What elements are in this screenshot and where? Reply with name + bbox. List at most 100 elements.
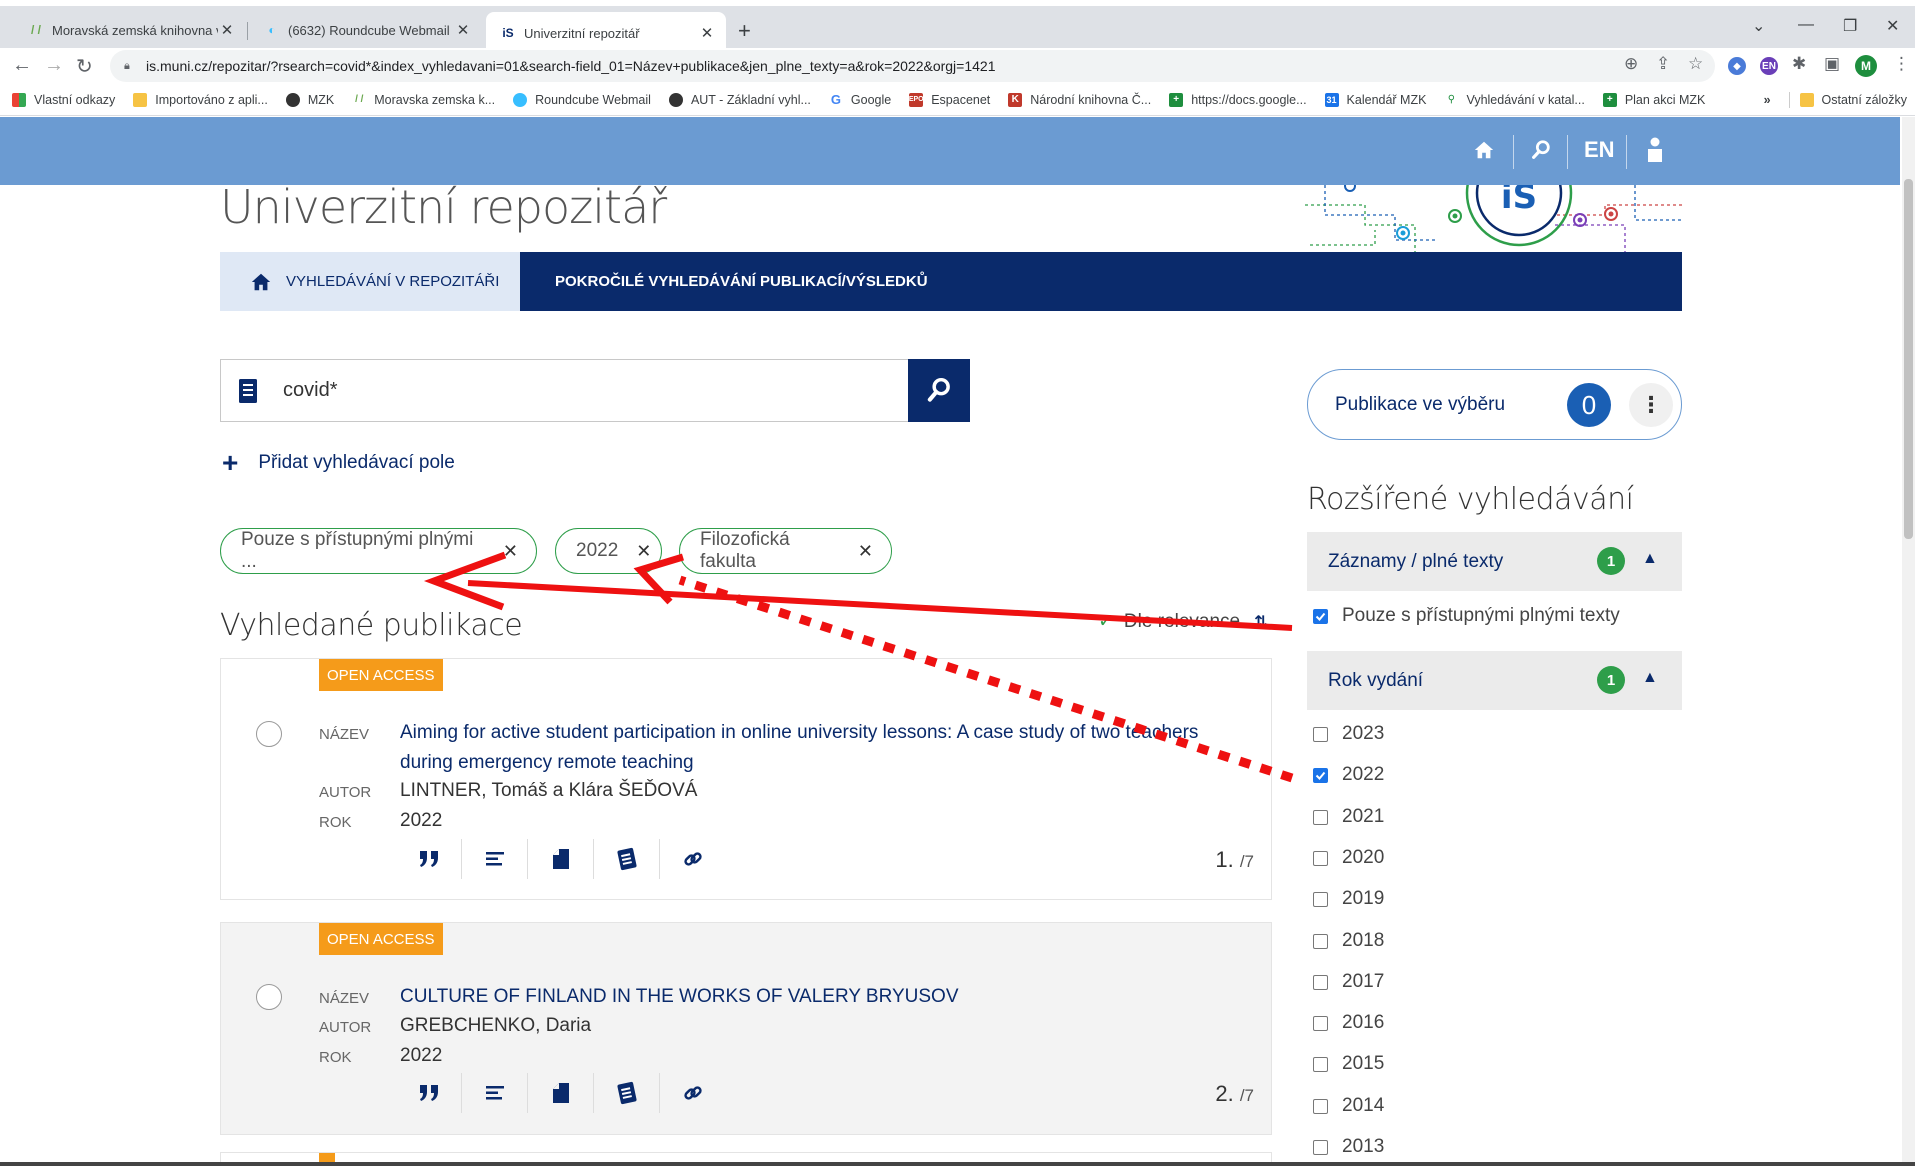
checkbox[interactable]: [1313, 1015, 1328, 1031]
search-icon[interactable]: [1530, 138, 1552, 168]
bookmark-apps[interactable]: Vlastní odkazy: [12, 92, 115, 107]
browser-menu-icon[interactable]: ⋮: [1893, 54, 1910, 74]
extensions-puzzle-icon[interactable]: ✱: [1792, 54, 1806, 74]
back-arrow-icon[interactable]: ←: [12, 54, 32, 77]
close-tab-icon[interactable]: ✕: [698, 24, 716, 42]
page-scrollbar[interactable]: [1902, 117, 1915, 1166]
share-icon[interactable]: ⇪: [1656, 54, 1670, 74]
browser-tab-mzk[interactable]: / / Moravská zemská knihovna v Brn ✕: [14, 12, 246, 48]
select-result-radio[interactable]: [256, 721, 282, 747]
fulltext-document-icon[interactable]: [528, 839, 594, 879]
url-omnibox[interactable]: 🔒︎ is.muni.cz/repozitar/?rsearch=covid*&…: [110, 50, 1715, 82]
bookmark-google[interactable]: G Google: [829, 92, 891, 107]
facet-header-records[interactable]: Záznamy / plné texty 1 ▲: [1307, 532, 1682, 591]
bookmark-mzk[interactable]: MZK: [285, 92, 334, 107]
selection-box[interactable]: Publikace ve výběru: [1307, 369, 1682, 440]
checkbox[interactable]: [1313, 933, 1328, 949]
checkbox[interactable]: [1313, 974, 1328, 990]
checkbox-checked[interactable]: [1313, 767, 1328, 783]
scrollbar-thumb[interactable]: [1904, 179, 1913, 539]
checkbox[interactable]: [1313, 850, 1328, 866]
year-option[interactable]: 2020: [1313, 847, 1384, 869]
remove-filter-icon[interactable]: ✕: [503, 541, 518, 562]
checkbox[interactable]: [1313, 1056, 1328, 1072]
select-result-radio[interactable]: [256, 984, 282, 1010]
add-search-field-link[interactable]: + Přidat vyhledávací pole: [222, 449, 455, 477]
cite-quote-icon[interactable]: [396, 1073, 462, 1113]
remove-filter-icon[interactable]: ✕: [636, 541, 651, 562]
extension-diamond-icon[interactable]: ◆: [1728, 57, 1746, 75]
extension-en-icon[interactable]: EN: [1760, 57, 1778, 75]
checkbox[interactable]: [1313, 891, 1328, 907]
reload-icon[interactable]: ↻: [76, 54, 93, 79]
result-title-link[interactable]: Aiming for active student participation …: [400, 718, 1250, 778]
zoom-icon[interactable]: ⊕: [1624, 54, 1638, 74]
forward-arrow-icon[interactable]: →: [44, 54, 64, 77]
year-option[interactable]: 2015: [1313, 1053, 1384, 1075]
bookmark-espacenet[interactable]: EPO Espacenet: [909, 92, 990, 107]
bookmark-aut[interactable]: AUT - Základní vyhl...: [668, 92, 811, 107]
bookmark-docs[interactable]: + https://docs.google...: [1169, 92, 1307, 107]
filter-chip-year[interactable]: 2022 ✕: [555, 528, 662, 574]
title-link-text[interactable]: Aiming for active student participation …: [400, 722, 1198, 773]
close-window-icon[interactable]: ✕: [1886, 16, 1899, 36]
year-option[interactable]: 2021: [1313, 806, 1384, 828]
other-bookmarks[interactable]: Ostatní záložky: [1822, 93, 1907, 107]
minimize-window-icon[interactable]: —: [1798, 16, 1814, 34]
remove-filter-icon[interactable]: ✕: [858, 541, 873, 562]
close-tab-icon[interactable]: ✕: [454, 21, 472, 39]
permalink-chain-icon[interactable]: [660, 839, 726, 879]
home-icon[interactable]: [1473, 139, 1495, 167]
bookmark-moravska[interactable]: / / Moravska zemska k...: [352, 93, 495, 107]
new-tab-plus-icon[interactable]: +: [738, 18, 751, 44]
bookmark-plan[interactable]: + Plan akci MZK: [1602, 92, 1705, 107]
collapse-caret-up-icon[interactable]: ▲: [1642, 550, 1658, 568]
author-link[interactable]: Klára ŠEĎOVÁ: [569, 780, 698, 801]
author-link[interactable]: GREBCHENKO, Daria: [400, 1015, 591, 1036]
profile-avatar[interactable]: M: [1855, 55, 1877, 77]
year-option[interactable]: 2014: [1313, 1095, 1384, 1117]
year-option[interactable]: 2016: [1313, 1012, 1384, 1034]
year-option[interactable]: 2013: [1313, 1136, 1384, 1158]
facet-header-year[interactable]: Rok vydání 1 ▲: [1307, 651, 1682, 710]
year-option[interactable]: 2017: [1313, 971, 1384, 993]
tab-search-chevron-icon[interactable]: ⌄: [1752, 16, 1765, 36]
year-option[interactable]: 2022: [1313, 764, 1384, 786]
bookmark-nkp[interactable]: K Národní knihovna Č...: [1008, 92, 1151, 107]
checkbox[interactable]: [1313, 809, 1328, 825]
author-link[interactable]: LINTNER, Tomáš: [400, 780, 547, 801]
fulltext-document-icon[interactable]: [528, 1073, 594, 1113]
checkbox[interactable]: [1313, 726, 1328, 742]
record-book-icon[interactable]: [594, 839, 660, 879]
cite-quote-icon[interactable]: [396, 839, 462, 879]
search-submit-button[interactable]: [908, 359, 970, 422]
sort-dropdown[interactable]: ✓ Dle relevance ⇅: [1098, 610, 1268, 633]
restore-window-icon[interactable]: ❐: [1843, 16, 1857, 36]
checkbox[interactable]: [1313, 1098, 1328, 1114]
record-book-icon[interactable]: [594, 1073, 660, 1113]
language-switch-en[interactable]: EN: [1584, 137, 1615, 163]
selection-menu-kebab-icon[interactable]: ⋮: [1629, 383, 1673, 427]
abstract-lines-icon[interactable]: [462, 1073, 528, 1113]
close-tab-icon[interactable]: ✕: [218, 21, 236, 39]
browser-tab-roundcube[interactable]: ◐ (6632) Roundcube Webmail :: Při ✕: [250, 12, 482, 48]
bookmark-star-icon[interactable]: ☆: [1688, 54, 1703, 74]
document-list-icon[interactable]: [237, 378, 259, 404]
year-option[interactable]: 2018: [1313, 930, 1384, 952]
tab-advanced-search[interactable]: POKROČILÉ VYHLEDÁVÁNÍ PUBLIKACÍ/VÝSLEDKŮ: [520, 252, 928, 311]
title-link-text[interactable]: CULTURE OF FINLAND IN THE WORKS OF VALER…: [400, 986, 959, 1007]
checkbox-checked[interactable]: [1313, 608, 1328, 624]
filter-chip-fulltext[interactable]: Pouze s přístupnými plnými ... ✕: [220, 528, 537, 574]
side-panel-icon[interactable]: ▣: [1824, 54, 1840, 74]
search-input[interactable]: [283, 379, 883, 402]
permalink-chain-icon[interactable]: [660, 1073, 726, 1113]
bookmark-folder[interactable]: Importováno z apli...: [133, 92, 268, 107]
tab-repository-search[interactable]: VYHLEDÁVÁNÍ V REPOZITÁŘI: [220, 252, 520, 311]
filter-chip-faculty[interactable]: Filozofická fakulta ✕: [679, 528, 892, 574]
user-icon[interactable]: [1645, 137, 1665, 169]
more-bookmarks-chevron-icon[interactable]: »: [1764, 93, 1771, 107]
year-option[interactable]: 2019: [1313, 888, 1384, 910]
bookmark-calendar[interactable]: 31 Kalendář MZK: [1324, 92, 1426, 107]
collapse-caret-up-icon[interactable]: ▲: [1642, 669, 1658, 687]
abstract-lines-icon[interactable]: [462, 839, 528, 879]
